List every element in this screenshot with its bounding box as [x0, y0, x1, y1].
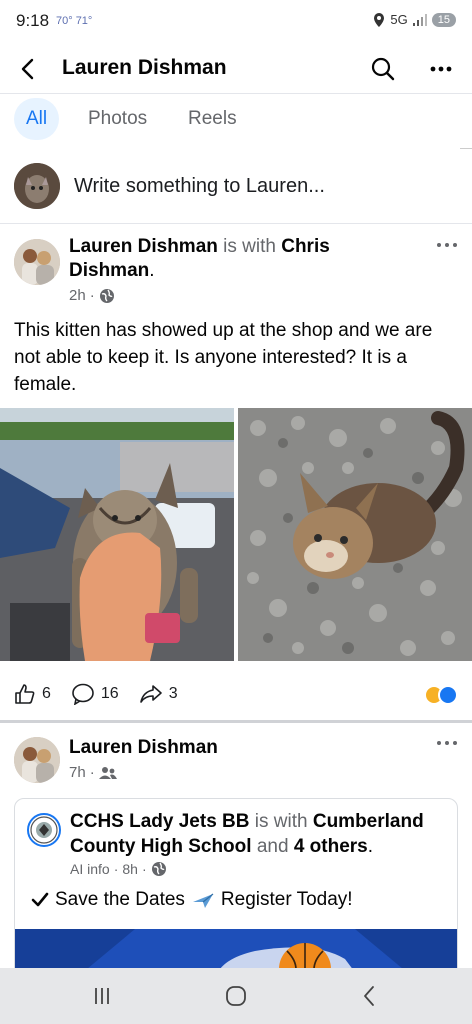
couple-avatar-image	[14, 239, 60, 285]
status-temperature: 70° 71°	[56, 15, 93, 27]
feed-post: Lauren Dishman 7h · CCHS Lady Jets BB is…	[0, 723, 472, 978]
shared-text-start: Save the Dates	[55, 889, 185, 910]
post-actions: 6 16 3	[14, 683, 198, 705]
post-text: This kitten has showed up at the shop an…	[14, 320, 433, 395]
tab-photos[interactable]: Photos	[76, 98, 159, 140]
reaction-summary[interactable]	[424, 685, 458, 705]
tag-connector: is with	[249, 811, 313, 832]
search-icon	[371, 57, 395, 81]
location-icon	[374, 12, 385, 27]
post-composer[interactable]: Write something to Lauren...	[0, 148, 472, 224]
ai-info-label[interactable]: AI info	[70, 861, 110, 877]
post-author[interactable]: Lauren Dishman	[69, 737, 218, 759]
share-icon	[139, 685, 162, 703]
post-meta: 7h ·	[69, 764, 117, 781]
share-button[interactable]: 3	[139, 683, 178, 705]
meta-dot: ·	[89, 764, 95, 781]
recent-apps-button[interactable]	[88, 982, 116, 1010]
shared-meta: AI info · 8h ·	[70, 861, 167, 877]
back-button[interactable]	[14, 54, 44, 84]
more-options-button[interactable]	[426, 54, 456, 84]
like-button[interactable]: 6	[14, 683, 51, 705]
and-connector: and	[251, 836, 294, 857]
recent-apps-icon	[95, 988, 109, 1004]
shared-header: CCHS Lady Jets BB is with Cumberland Cou…	[70, 809, 450, 859]
like-reaction-icon	[438, 685, 458, 705]
page-avatar[interactable]	[27, 813, 61, 847]
network-label: 5G	[390, 12, 408, 27]
post-options-button[interactable]	[434, 733, 460, 753]
meta-dot: ·	[89, 287, 95, 304]
post-time[interactable]: 2h	[69, 287, 86, 304]
avatar[interactable]	[14, 737, 60, 783]
comment-icon	[72, 683, 94, 705]
shared-text: Save the Dates Register Today!	[31, 889, 353, 911]
status-bar: 9:18 70° 71° 5G 15	[0, 0, 472, 44]
header-period: .	[367, 836, 374, 857]
post-meta: 2h ·	[69, 287, 115, 304]
tag-connector: is with	[217, 236, 282, 257]
home-icon	[226, 986, 246, 1006]
more-dots-icon	[437, 741, 457, 745]
like-count: 6	[42, 685, 51, 702]
friends-icon	[98, 766, 117, 779]
check-mark-icon	[31, 892, 49, 907]
shared-time[interactable]: 8h	[122, 861, 138, 877]
header-period: .	[149, 260, 155, 281]
kitten-gravel-photo	[238, 408, 472, 661]
more-dots-icon	[437, 243, 457, 247]
post-options-button[interactable]	[434, 235, 460, 255]
shared-page-name[interactable]: CCHS Lady Jets BB	[70, 811, 250, 832]
status-indicators: 5G 15	[373, 12, 456, 27]
feed-post: Lauren Dishman is with Chris Dishman. 2h…	[0, 225, 472, 722]
shared-text-end: Register Today!	[220, 889, 353, 910]
filter-tabs: All Photos Reels	[0, 94, 472, 149]
globe-icon	[151, 862, 166, 876]
comment-count: 16	[100, 685, 119, 702]
airplane-icon	[192, 893, 214, 908]
system-navigation-bar	[0, 968, 472, 1024]
thumbs-up-icon	[15, 684, 35, 704]
top-nav: Lauren Dishman	[0, 44, 472, 94]
meta-dot: ·	[141, 861, 147, 877]
status-time: 9:18	[16, 11, 50, 30]
post-time[interactable]: 7h	[69, 764, 86, 781]
signal-icon	[412, 13, 427, 26]
school-logo-icon	[30, 816, 58, 844]
avatar[interactable]	[14, 239, 60, 285]
kitten-held-photo	[0, 408, 234, 661]
more-dots-icon	[430, 66, 452, 72]
avatar	[14, 163, 60, 209]
tagged-others[interactable]: 4 others	[294, 836, 368, 857]
system-back-button[interactable]	[356, 982, 384, 1010]
battery-badge: 15	[431, 12, 456, 27]
chevron-left-icon	[364, 986, 374, 1006]
globe-icon	[99, 288, 114, 303]
share-count: 3	[168, 685, 178, 702]
post-photo[interactable]	[0, 408, 234, 661]
post-header: Lauren Dishman is with Chris Dishman.	[69, 235, 389, 283]
composer-placeholder: Write something to Lauren...	[74, 175, 325, 197]
tab-reels[interactable]: Reels	[176, 98, 249, 140]
search-button[interactable]	[368, 54, 398, 84]
post-author[interactable]: Lauren Dishman	[69, 236, 218, 257]
user-avatar-image	[14, 163, 60, 209]
post-photo[interactable]	[238, 408, 472, 661]
tab-all[interactable]: All	[14, 98, 60, 140]
comment-button[interactable]: 16	[71, 683, 119, 705]
chevron-left-icon	[21, 58, 34, 80]
shared-post-card[interactable]: CCHS Lady Jets BB is with Cumberland Cou…	[14, 798, 458, 978]
couple-avatar-image	[14, 737, 60, 783]
page-title: Lauren Dishman	[62, 56, 227, 79]
meta-dot: ·	[113, 861, 119, 877]
home-button[interactable]	[222, 982, 250, 1010]
